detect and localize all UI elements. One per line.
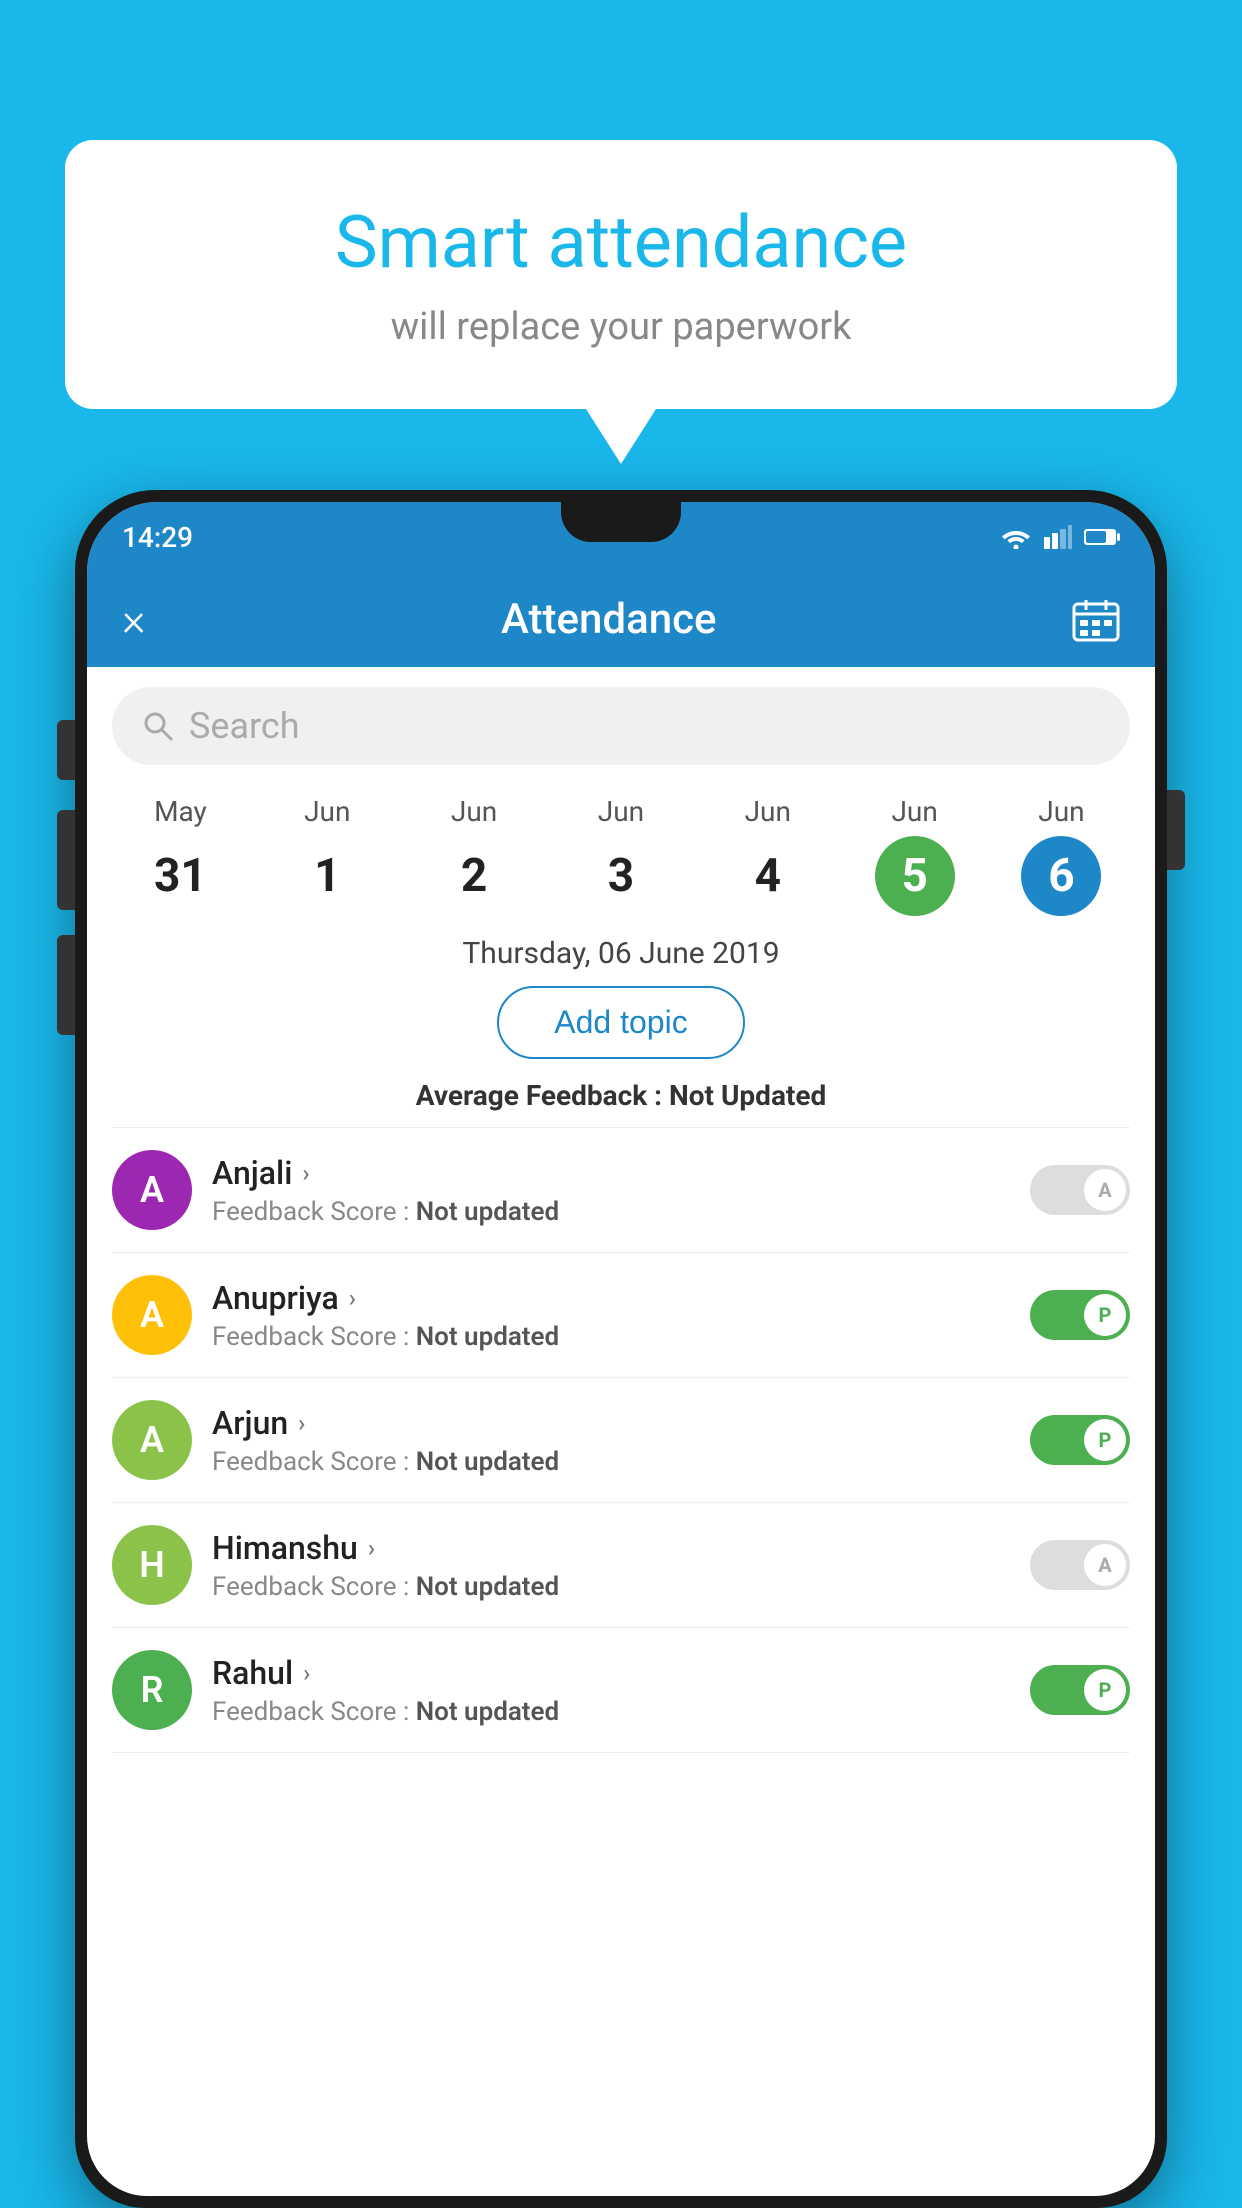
student-info: Himanshu › Feedback Score : Not updated <box>212 1529 1010 1602</box>
selected-date-label: Thursday, 06 June 2019 <box>87 936 1155 971</box>
toggle-on[interactable]: P <box>1030 1665 1130 1715</box>
student-name: Himanshu › <box>212 1529 1010 1567</box>
calendar-day[interactable]: May 31 <box>140 795 220 916</box>
signal-icon <box>1044 525 1072 549</box>
phone-notch <box>561 502 681 542</box>
student-name: Anupriya › <box>212 1279 1010 1317</box>
cal-month: Jun <box>304 795 350 828</box>
cal-month: Jun <box>891 795 937 828</box>
chevron-icon: › <box>302 1159 309 1187</box>
speech-bubble-title: Smart attendance <box>115 200 1127 285</box>
toggle-on[interactable]: P <box>1030 1415 1130 1465</box>
attendance-toggle[interactable]: P <box>1030 1290 1130 1340</box>
student-info: Arjun › Feedback Score : Not updated <box>212 1404 1010 1477</box>
app-header: × Attendance <box>87 572 1155 667</box>
student-feedback: Feedback Score : Not updated <box>212 1197 1010 1227</box>
attendance-toggle[interactable]: P <box>1030 1665 1130 1715</box>
phone-side-button-left-2 <box>57 810 75 910</box>
attendance-toggle[interactable]: A <box>1030 1540 1130 1590</box>
cal-month: Jun <box>1038 795 1084 828</box>
student-info: Anjali › Feedback Score : Not updated <box>212 1154 1010 1227</box>
student-avatar: A <box>112 1275 192 1355</box>
wifi-icon <box>1000 525 1032 549</box>
student-name: Anjali › <box>212 1154 1010 1192</box>
student-item[interactable]: HHimanshu ›Feedback Score : Not updated … <box>112 1503 1130 1628</box>
student-item[interactable]: A Arjun › Feedback Score : Not updated P <box>112 1378 1130 1503</box>
speech-bubble-arrow <box>586 409 656 464</box>
toggle-knob: P <box>1084 1669 1126 1711</box>
avg-feedback-label: Average Feedback : <box>416 1079 662 1112</box>
student-info: Rahul › Feedback Score : Not updated <box>212 1654 1010 1727</box>
toggle-knob: A <box>1084 1169 1126 1211</box>
close-button[interactable]: × <box>122 593 146 646</box>
student-item[interactable]: R Rahul › Feedback Score : Not updated P <box>112 1628 1130 1753</box>
search-icon <box>142 710 174 742</box>
status-time: 14:29 <box>122 521 193 554</box>
student-info: Anupriya › Feedback Score : Not updated <box>212 1279 1010 1352</box>
toggle-on[interactable]: P <box>1030 1290 1130 1340</box>
battery-icon <box>1084 527 1120 547</box>
cal-month: Jun <box>745 795 791 828</box>
toggle-off[interactable]: A <box>1030 1540 1130 1590</box>
chevron-icon: › <box>349 1284 356 1312</box>
cal-num: 31 <box>140 836 220 916</box>
calendar-day[interactable]: Jun 4 <box>728 795 808 916</box>
calendar-icon[interactable] <box>1072 598 1120 642</box>
attendance-toggle[interactable]: P <box>1030 1415 1130 1465</box>
student-avatar: H <box>112 1525 192 1605</box>
avg-feedback-value: Not Updated <box>669 1079 826 1112</box>
student-list: A Anjali › Feedback Score : Not updated A … <box>87 1128 1155 1753</box>
avg-feedback: Average Feedback : Not Updated <box>87 1079 1155 1112</box>
student-name: Rahul › <box>212 1654 1010 1692</box>
speech-bubble-container: Smart attendance will replace your paper… <box>65 140 1177 464</box>
header-title: Attendance <box>501 595 716 644</box>
cal-num: 2 <box>434 836 514 916</box>
student-avatar: A <box>112 1150 192 1230</box>
cal-num: 4 <box>728 836 808 916</box>
cal-num: 6 <box>1021 836 1101 916</box>
calendar-day[interactable]: Jun 6 <box>1021 795 1101 916</box>
cal-month: Jun <box>598 795 644 828</box>
speech-bubble-subtitle: will replace your paperwork <box>115 305 1127 349</box>
toggle-off[interactable]: A <box>1030 1165 1130 1215</box>
toggle-knob: P <box>1084 1294 1126 1336</box>
toggle-knob: A <box>1084 1544 1126 1586</box>
student-name: Arjun › <box>212 1404 1010 1442</box>
student-feedback: Feedback Score : Not updated <box>212 1572 1010 1602</box>
cal-month: May <box>154 795 207 828</box>
student-avatar: R <box>112 1650 192 1730</box>
calendar-day[interactable]: Jun 1 <box>287 795 367 916</box>
student-item[interactable]: A Anjali › Feedback Score : Not updated A <box>112 1128 1130 1253</box>
student-item[interactable]: AAnupriya ›Feedback Score : Not updated … <box>112 1253 1130 1378</box>
cal-num: 1 <box>287 836 367 916</box>
calendar-day[interactable]: Jun 3 <box>581 795 661 916</box>
calendar-day[interactable]: Jun 5 <box>875 795 955 916</box>
calendar-day[interactable]: Jun 2 <box>434 795 514 916</box>
search-input[interactable]: Search <box>189 705 300 747</box>
phone-side-button-right <box>1167 790 1185 870</box>
chevron-icon: › <box>368 1534 375 1562</box>
phone-side-button-left-1 <box>57 720 75 780</box>
status-icons <box>1000 525 1120 549</box>
chevron-icon: › <box>298 1409 305 1437</box>
toggle-knob: P <box>1084 1419 1126 1461</box>
student-avatar: A <box>112 1400 192 1480</box>
phone-screen: 14:29 <box>87 502 1155 2196</box>
calendar-strip: May 31 Jun 1 Jun 2 Jun 3 Jun 4 Jun 5 Jun 6 <box>87 785 1155 916</box>
chevron-icon: › <box>303 1659 310 1687</box>
phone-side-button-left-3 <box>57 935 75 1035</box>
cal-month: Jun <box>451 795 497 828</box>
speech-bubble: Smart attendance will replace your paper… <box>65 140 1177 409</box>
cal-num: 5 <box>875 836 955 916</box>
phone-frame: 14:29 <box>75 490 1167 2208</box>
attendance-toggle[interactable]: A <box>1030 1165 1130 1215</box>
student-feedback: Feedback Score : Not updated <box>212 1322 1010 1352</box>
cal-num: 3 <box>581 836 661 916</box>
add-topic-button[interactable]: Add topic <box>497 986 744 1059</box>
student-feedback: Feedback Score : Not updated <box>212 1697 1010 1727</box>
search-bar[interactable]: Search <box>112 687 1130 765</box>
student-feedback: Feedback Score : Not updated <box>212 1447 1010 1477</box>
